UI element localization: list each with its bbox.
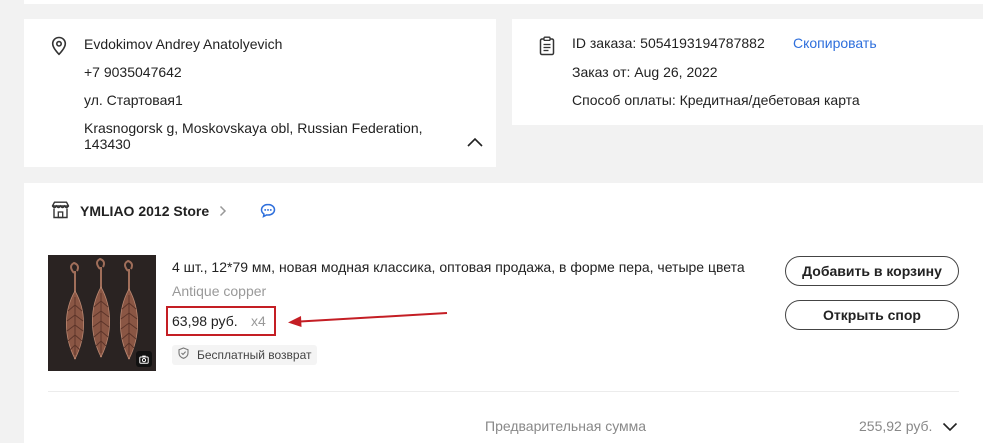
subtotal-label: Предварительная сумма <box>485 418 647 434</box>
chat-icon[interactable] <box>260 203 276 223</box>
product-image[interactable] <box>48 255 156 371</box>
store-order-card: YMLIAO 2012 Store 4 шт., 12*79 мм, новая… <box>24 183 983 443</box>
location-pin-icon <box>50 36 68 61</box>
address-card: Evdokimov Andrey Anatolyevich +7 9035047… <box>24 19 496 167</box>
product-title-link[interactable]: 4 шт., 12*79 мм, новая модная классика, … <box>172 259 757 275</box>
subtotal-value: 255,92 руб. <box>859 418 933 434</box>
store-name-link[interactable]: YMLIAO 2012 Store <box>80 203 209 219</box>
document-icon <box>538 36 556 61</box>
camera-icon <box>136 351 152 367</box>
order-info-card: ID заказа: 5054193194787882 Скопировать … <box>512 19 983 125</box>
order-id-value: 5054193194787882 <box>640 35 765 51</box>
payment-method-row: Способ оплаты: Кредитная/дебетовая карта <box>572 92 860 108</box>
order-id-row: ID заказа: 5054193194787882 <box>572 35 765 51</box>
product-price: 63,98 руб. <box>172 313 238 329</box>
order-date-value: Aug 26, 2022 <box>634 64 718 80</box>
chevron-down-icon[interactable] <box>942 419 958 437</box>
free-return-badge: Бесплатный возврат <box>172 345 318 365</box>
product-variant: Antique copper <box>172 283 267 299</box>
payment-method-label: Способ оплаты: <box>572 92 676 108</box>
order-id-label: ID заказа: <box>572 35 637 51</box>
top-card-edge <box>24 0 983 4</box>
order-date-row: Заказ от: Aug 26, 2022 <box>572 64 718 80</box>
recipient-phone: +7 9035047642 <box>84 64 182 80</box>
store-icon <box>51 201 70 224</box>
order-date-label: Заказ от: <box>572 64 631 80</box>
address-street: ул. Стартовая1 <box>84 92 183 108</box>
payment-method-value: Кредитная/дебетовая карта <box>679 92 860 108</box>
open-dispute-button[interactable]: Открыть спор <box>785 300 959 330</box>
shield-check-icon <box>178 346 189 364</box>
chevron-up-icon[interactable] <box>466 135 484 153</box>
free-return-label: Бесплатный возврат <box>197 348 312 362</box>
divider <box>48 391 959 392</box>
address-postcode: 143430 <box>84 136 131 152</box>
add-to-cart-button[interactable]: Добавить в корзину <box>785 256 959 286</box>
recipient-name: Evdokimov Andrey Anatolyevich <box>84 36 283 52</box>
address-city: Krasnogorsk g, Moskovskaya obl, Russian … <box>84 120 423 136</box>
product-quantity: x4 <box>251 313 266 329</box>
red-arrow-icon <box>286 310 450 335</box>
copy-order-id-link[interactable]: Скопировать <box>793 35 877 51</box>
chevron-right-icon[interactable] <box>219 204 227 222</box>
